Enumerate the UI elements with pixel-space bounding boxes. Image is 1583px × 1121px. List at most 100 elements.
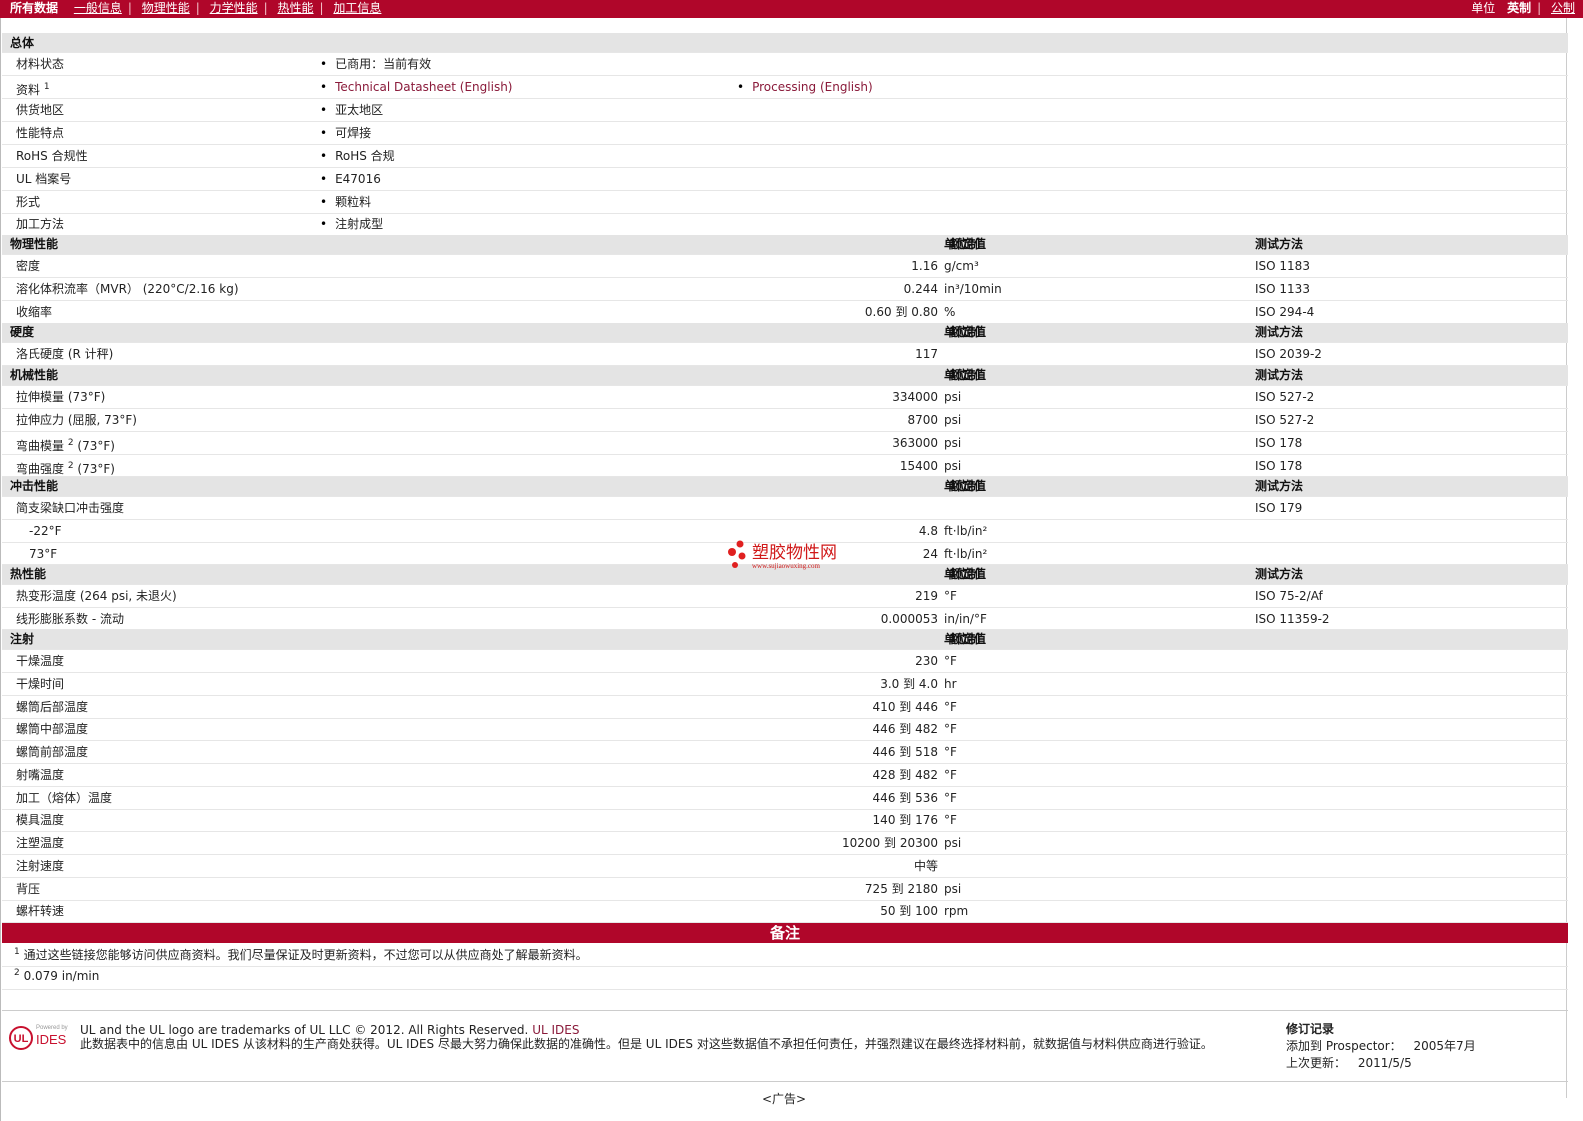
row-unit: °F	[944, 790, 957, 805]
table-row: 螺筒中部温度 446 到 482 °F	[2, 718, 1568, 742]
footnote-text: 通过这些链接您能够访问供应商资料。我们尽量保证及时更新资料，不过您可以从供应商处…	[23, 948, 588, 962]
row-label: 螺筒前部温度	[16, 745, 89, 759]
table-row: 螺杆转速 50 到 100 rpm	[2, 900, 1568, 924]
footer-line1: UL and the UL logo are trademarks of UL …	[80, 1023, 1270, 1037]
nav-link-thermal[interactable]: 热性能	[278, 1, 314, 15]
row-unit: %	[944, 305, 956, 319]
unit-switch: 单位 英制 | 公制	[1471, 1, 1575, 15]
row-label: -22°F	[29, 524, 62, 538]
header-unit: 单位制	[944, 325, 981, 339]
header-test: 测试方法	[1255, 325, 1304, 339]
row-value: 0.60 到 0.80	[864, 305, 938, 319]
row-test: ISO 1133	[1255, 282, 1310, 296]
row-unit: in³/10min	[944, 282, 1002, 296]
divider	[2, 989, 1568, 990]
row-features: 性能特点 可焊接	[2, 122, 1568, 145]
row-test: ISO 1183	[1255, 259, 1310, 273]
row-unit: °F	[944, 722, 957, 737]
row-unit: psi	[944, 436, 962, 450]
table-row: 溶化体积流率（MVR） (220°C/2.16 kg) 0.244 in³/10…	[2, 278, 1568, 301]
row-test: ISO 179	[1255, 501, 1303, 515]
row-label: 材料状态	[16, 57, 65, 71]
link-processing[interactable]: Processing (English)	[752, 80, 873, 94]
logo-powered-by: Powered by	[36, 1025, 68, 1031]
row-value: 24	[922, 547, 938, 561]
row-value: 8700	[907, 413, 938, 427]
row-unit: ft·lb/in²	[944, 524, 988, 538]
row-test: ISO 294-4	[1255, 305, 1315, 319]
row-unit: psi	[944, 413, 962, 427]
table-row: 简支梁缺口冲击强度 ISO 179	[2, 497, 1568, 520]
table-row: 拉伸模量 (73°F) 334000 psi ISO 527-2	[2, 386, 1568, 409]
section-injection: 注射 额定值 单位制	[2, 630, 1568, 650]
row-value: 已商用：当前有效	[320, 53, 431, 75]
table-row: 收缩率 0.60 到 0.80 % ISO 294-4	[2, 301, 1568, 324]
revision-updated: 上次更新： 2011/5/5	[1286, 1055, 1476, 1072]
row-unit: psi	[944, 881, 962, 896]
row-value: 颗粒料	[320, 191, 371, 213]
row-unit: °F	[944, 699, 957, 714]
section-title: 总体	[10, 36, 35, 50]
table-row: 模具温度 140 到 176 °F	[2, 809, 1568, 833]
nav-link-mechanical[interactable]: 力学性能	[210, 1, 258, 15]
nav-link-physical[interactable]: 物理性能	[142, 1, 190, 15]
row-value: 0.000053	[880, 612, 938, 626]
nav-link-processing[interactable]: 加工信息	[333, 1, 381, 15]
section-impact: 冲击性能 额定值 单位制 测试方法	[2, 477, 1568, 497]
header-unit: 单位制	[944, 237, 981, 251]
row-label: 拉伸模量 (73°F)	[16, 390, 106, 404]
row-value: RoHS 合规	[320, 145, 395, 167]
footnote-number: 1	[14, 947, 20, 957]
nav-left: 所有数据 一般信息 | 物理性能 | 力学性能 | 热性能 | 加工信息	[10, 1, 382, 15]
row-label: 螺筒后部温度	[16, 699, 89, 714]
row-value: 3.0 到 4.0	[880, 676, 938, 691]
table-row: 背压 725 到 2180 psi	[2, 878, 1568, 901]
header-test: 测试方法	[1255, 237, 1304, 251]
ul-ides-link[interactable]: UL IDES	[532, 1023, 579, 1037]
row-value: 注射成型	[320, 214, 383, 235]
footnote-text: 0.079 in/min	[23, 969, 100, 983]
row-unit: °F	[944, 767, 957, 782]
link-technical-datasheet-item: Technical Datasheet (English)	[320, 76, 512, 98]
row-unit: ft·lb/in²	[944, 547, 988, 561]
row-test: ISO 178	[1255, 459, 1303, 473]
row-value: 410 到 446	[872, 699, 938, 714]
row-value: 中等	[913, 858, 938, 873]
header-test: 测试方法	[1255, 368, 1304, 382]
table-row: 注塑温度 10200 到 20300 psi	[2, 832, 1568, 855]
section-mechanical: 机械性能 额定值 单位制 测试方法	[2, 366, 1568, 386]
row-value: 15400	[899, 459, 938, 473]
footer: UL Powered by IDES UL and the UL logo ar…	[2, 1010, 1568, 1082]
row-unit: °F	[944, 813, 957, 828]
row-label: 供货地区	[16, 103, 65, 117]
row-unit: psi	[944, 390, 962, 404]
unit-metric-link[interactable]: 公制	[1551, 1, 1575, 15]
row-label: 加工方法	[16, 217, 65, 231]
link-technical-datasheet[interactable]: Technical Datasheet (English)	[335, 80, 512, 94]
row-label: 螺筒中部温度	[16, 722, 89, 737]
unit-imperial[interactable]: 英制	[1507, 1, 1531, 15]
footnote-2: 2 0.079 in/min	[14, 968, 99, 983]
row-material-status: 材料状态 已商用：当前有效	[2, 53, 1568, 76]
section-physical: 物理性能 额定值 单位制 测试方法	[2, 235, 1568, 255]
row-label: 洛氏硬度 (R 计秤)	[16, 347, 114, 361]
row-label-suffix: (73°F)	[73, 462, 115, 476]
revision-added-label: 添加到 Prospector：	[1286, 1039, 1402, 1053]
nav-link-general[interactable]: 一般信息	[74, 1, 122, 15]
row-label: 性能特点	[16, 126, 65, 140]
row-label-suffix: (73°F)	[73, 439, 115, 453]
row-value: 可焊接	[320, 122, 371, 144]
revision-title: 修订记录	[1286, 1022, 1335, 1036]
footnote-ref: 1	[43, 82, 50, 92]
row-label: 模具温度	[16, 813, 65, 828]
table-row: 螺筒前部温度 446 到 518 °F	[2, 741, 1568, 764]
table-row: 干燥温度 230 °F	[2, 650, 1568, 673]
watermark-cn: 塑胶物性网	[752, 543, 837, 563]
row-label: 资料 1	[16, 76, 50, 101]
row-unit: psi	[944, 459, 962, 473]
table-row: 线形膨胀系数 - 流动 0.000053 in/in/°F ISO 11359-…	[2, 608, 1568, 630]
row-unit: °F	[944, 745, 957, 759]
nav-all-data[interactable]: 所有数据	[10, 1, 58, 15]
header-unit: 单位制	[944, 632, 981, 646]
logo-ides-text: IDES	[36, 1032, 67, 1047]
